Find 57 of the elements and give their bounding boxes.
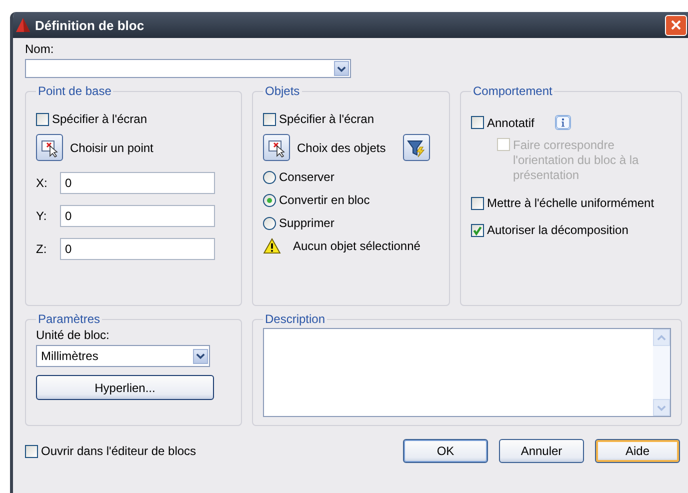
group-title: Objets — [264, 84, 301, 98]
radio-button[interactable] — [263, 216, 276, 230]
name-combo[interactable] — [25, 59, 351, 78]
radio-label: Supprimer — [279, 216, 334, 230]
checkbox[interactable] — [471, 116, 484, 129]
checkbox-label: Mettre à l'échelle uniformément — [487, 196, 654, 210]
group-title: Comportement — [472, 84, 554, 98]
cursor-icon — [40, 138, 60, 158]
select-objects-button[interactable] — [263, 134, 290, 161]
checkbox[interactable] — [36, 112, 49, 126]
radio-label: Conserver — [279, 170, 334, 184]
close-icon — [671, 20, 681, 30]
coordinate-field[interactable]: 0 — [60, 172, 215, 194]
coordinate-field[interactable]: 0 — [60, 205, 215, 227]
radio-button[interactable] — [263, 194, 276, 206]
coordinate-field[interactable]: 0 — [60, 238, 215, 260]
select-objects-label: Choix des objets — [297, 140, 386, 154]
description-field[interactable] — [263, 328, 671, 417]
dialog-button[interactable]: Aide — [595, 439, 680, 463]
checkbox-label: Annotatif — [487, 116, 534, 130]
radio-button[interactable] — [263, 170, 276, 184]
scrollbar[interactable] — [653, 329, 670, 416]
checkbox-label: Ouvrir dans l'éditeur de blocs — [41, 444, 196, 458]
funnel-icon — [406, 138, 426, 158]
checkbox-label: Faire correspondre l'orientation du bloc à la présentation — [513, 138, 640, 183]
pick-point-button[interactable] — [36, 134, 63, 161]
radio-label: Convertir en bloc — [279, 193, 370, 207]
close-button[interactable] — [665, 14, 687, 36]
group-title: Point de base — [37, 84, 112, 98]
scroll-down-icon — [657, 404, 666, 410]
coordinate-label: X: — [36, 176, 48, 190]
dialog-button[interactable]: Annuler — [499, 439, 584, 463]
warning-icon — [263, 238, 281, 254]
quick-select-button[interactable] — [402, 134, 430, 161]
checkbox-label: Spécifier à l'écran — [52, 112, 148, 126]
checkbox[interactable] — [471, 224, 484, 236]
checkbox[interactable] — [263, 112, 276, 126]
coordinate-label: Z: — [36, 242, 48, 256]
dialog-button[interactable]: OK — [403, 439, 488, 463]
app-logo-icon — [15, 17, 31, 33]
coordinate-label: Y: — [36, 209, 48, 223]
checkbox-label: Autoriser la décomposition — [487, 223, 628, 237]
info-icon[interactable] — [555, 115, 572, 130]
hyperlink-button[interactable]: Hyperlien... — [36, 375, 214, 400]
warning-text: Aucun objet sélectionné — [293, 239, 420, 253]
scroll-up-icon — [657, 334, 666, 340]
unit-combo[interactable]: Millimètres — [36, 345, 210, 367]
window-title: Définition de bloc — [35, 18, 146, 32]
group-title: Description — [264, 312, 326, 326]
pick-point-label: Choisir un point — [70, 140, 154, 154]
group-title: Paramètres — [37, 312, 102, 326]
name-label: Nom: — [25, 42, 55, 56]
checkbox[interactable] — [471, 196, 484, 210]
unit-label: Unité de bloc: — [36, 328, 110, 342]
cursor-icon — [266, 138, 286, 158]
checkbox-label: Spécifier à l'écran — [279, 112, 374, 126]
checkbox[interactable] — [25, 444, 38, 458]
